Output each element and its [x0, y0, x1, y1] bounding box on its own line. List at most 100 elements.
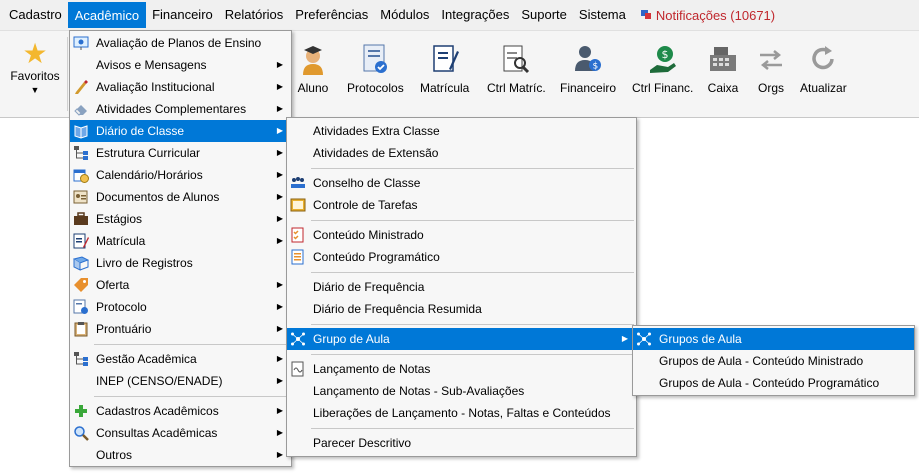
menu-financeiro[interactable]: Financeiro: [146, 2, 219, 28]
menu-item-diario-frequencia[interactable]: Diário de Frequência: [287, 276, 636, 298]
menu-item-controle-tarefas[interactable]: Controle de Tarefas: [287, 194, 636, 216]
cash-register-icon: [707, 43, 739, 75]
menu-item-grupos-aula[interactable]: Grupos de Aula: [633, 328, 914, 350]
menu-suporte[interactable]: Suporte: [515, 2, 573, 28]
group-meeting-icon: [290, 175, 306, 191]
menu-item-grupo-aula[interactable]: Grupo de Aula ▶: [287, 328, 636, 350]
menu-item-avisos[interactable]: Avisos e Mensagens ▶: [70, 54, 291, 76]
clock-calendar-icon: [73, 167, 89, 183]
menu-item-protocolo[interactable]: Protocolo ▶: [70, 296, 291, 318]
toolbar-matricula-button[interactable]: Matrícula: [420, 43, 469, 95]
toolbar-ctrl-matric-button[interactable]: Ctrl Matríc.: [487, 43, 546, 95]
menu-relatorios[interactable]: Relatórios: [219, 2, 290, 28]
eraser-icon: [73, 101, 89, 117]
toolbar-atualizar-button[interactable]: Atualizar: [800, 43, 847, 95]
document-check-icon: [73, 299, 89, 315]
submenu-arrow-icon: ▶: [276, 280, 283, 289]
toolbar-caixa-button[interactable]: Caixa: [707, 43, 739, 95]
network-icon: [290, 331, 306, 347]
clipboard-icon: [73, 321, 89, 337]
menu-item-conselho-classe[interactable]: Conselho de Classe: [287, 172, 636, 194]
favorites-button[interactable]: ★ Favoritos ▼: [6, 39, 64, 111]
menu-item-atividades-extensao[interactable]: Atividades de Extensão: [287, 142, 636, 164]
submenu-arrow-icon: ▶: [276, 450, 283, 459]
toolbar-protocolos-label: Protocolos: [347, 81, 404, 95]
plus-icon: [73, 403, 89, 419]
toolbar-aluno-button[interactable]: Aluno: [297, 43, 329, 95]
menu-item-grupos-aula-conteudo-programatico[interactable]: Grupos de Aula - Conteúdo Programático: [633, 372, 914, 394]
menu-separator: [70, 340, 291, 348]
menu-item-liberacoes-lancamento[interactable]: Liberações de Lançamento - Notas, Faltas…: [287, 402, 636, 424]
svg-text:$: $: [593, 62, 599, 72]
menu-item-lancamento-notas[interactable]: Lançamento de Notas: [287, 358, 636, 380]
menu-item-lancamento-notas-sub[interactable]: Lançamento de Notas - Sub-Avaliações: [287, 380, 636, 402]
menu-item-calendario[interactable]: Calendário/Horários ▶: [70, 164, 291, 186]
toolbar-financeiro-button[interactable]: $ Financeiro: [560, 43, 616, 95]
menu-item-cadastros-academicos[interactable]: Cadastros Acadêmicos ▶: [70, 400, 291, 422]
menu-separator: [287, 350, 636, 358]
hierarchy-icon: [73, 351, 89, 367]
menu-separator: [287, 268, 636, 276]
menu-item-conteudo-ministrado[interactable]: Conteúdo Ministrado: [287, 224, 636, 246]
submenu-arrow-icon: ▶: [276, 236, 283, 245]
menu-separator: [287, 164, 636, 172]
submenu-arrow-icon: ▶: [276, 148, 283, 157]
menu-integracoes[interactable]: Integrações: [435, 2, 515, 28]
notifications-link[interactable]: Notificações (10671): [632, 8, 775, 23]
menu-item-diario-frequencia-resumida[interactable]: Diário de Frequência Resumida: [287, 298, 636, 320]
menu-item-documentos-alunos[interactable]: Documentos de Alunos ▶: [70, 186, 291, 208]
menu-separator: [287, 424, 636, 432]
submenu-arrow-icon: ▶: [276, 324, 283, 333]
menu-item-prontuario[interactable]: Prontuário ▶: [70, 318, 291, 340]
id-card-icon: [73, 189, 89, 205]
swap-arrows-icon: [755, 43, 787, 75]
menu-separator: [70, 392, 291, 400]
toolbar-ctrl-financ-label: Ctrl Financ.: [632, 81, 694, 95]
menu-preferencias[interactable]: Preferências: [289, 2, 374, 28]
toolbar-ctrl-financ-button[interactable]: $ Ctrl Financ.: [632, 43, 693, 95]
toolbar-caixa-label: Caixa: [707, 81, 739, 95]
menu-item-grupos-aula-conteudo-ministrado[interactable]: Grupos de Aula - Conteúdo Ministrado: [633, 350, 914, 372]
document-search-icon: [500, 43, 532, 75]
menu-item-atividades-complementares[interactable]: Atividades Complementares ▶: [70, 98, 291, 120]
toolbar-aluno-label: Aluno: [297, 81, 329, 95]
menu-item-conteudo-programatico[interactable]: Conteúdo Programático: [287, 246, 636, 268]
star-icon: ★: [22, 38, 48, 69]
menu-item-gestao-academica[interactable]: Gestão Acadêmica ▶: [70, 348, 291, 370]
document-check-icon: [359, 43, 391, 75]
menu-item-consultas-academicas[interactable]: Consultas Acadêmicas ▶: [70, 422, 291, 444]
menu-modulos[interactable]: Módulos: [374, 2, 435, 28]
menu-academico[interactable]: Acadêmico: [67, 2, 147, 28]
network-icon: [636, 331, 652, 347]
menu-item-estagios[interactable]: Estágios ▶: [70, 208, 291, 230]
hand-money-icon: $: [647, 43, 679, 75]
menu-item-estrutura-curricular[interactable]: Estrutura Curricular ▶: [70, 142, 291, 164]
toolbar-protocolos-button[interactable]: Protocolos: [347, 43, 404, 95]
app-window: Cadastro Acadêmico Financeiro Relatórios…: [0, 0, 919, 473]
menu-item-avaliacao-planos[interactable]: Avaliação de Planos de Ensino: [70, 32, 291, 54]
menu-item-livro-registros[interactable]: Livro de Registros: [70, 252, 291, 274]
menu-item-inep[interactable]: INEP (CENSO/ENADE) ▶: [70, 370, 291, 392]
magnifier-icon: [73, 425, 89, 441]
menu-item-parecer-descritivo[interactable]: Parecer Descritivo: [287, 432, 636, 454]
presentation-icon: [73, 35, 89, 51]
menu-item-outros[interactable]: Outros ▶: [70, 444, 291, 466]
menu-item-avaliacao-institucional[interactable]: Avaliação Institucional ▶: [70, 76, 291, 98]
notebook-pen-icon: [73, 255, 89, 271]
menu-sistema[interactable]: Sistema: [573, 2, 632, 28]
notifications-label: Notificações (10671): [655, 7, 776, 23]
menu-item-oferta[interactable]: Oferta ▶: [70, 274, 291, 296]
menu-cadastro[interactable]: Cadastro: [3, 2, 68, 28]
person-money-icon: $: [572, 43, 604, 75]
academico-dropdown: Avaliação de Planos de Ensino Avisos e M…: [69, 30, 292, 467]
favorites-label: Favoritos: [10, 69, 60, 83]
submenu-arrow-icon: ▶: [276, 126, 283, 135]
toolbar-orgs-button[interactable]: Orgs: [755, 43, 787, 95]
menu-item-diario-classe[interactable]: Diário de Classe ▶: [70, 120, 291, 142]
menu-item-atividades-extra-classe[interactable]: Atividades Extra Classe: [287, 120, 636, 142]
diario-classe-submenu: Atividades Extra Classe Atividades de Ex…: [286, 117, 637, 457]
menu-item-matricula[interactable]: Matrícula ▶: [70, 230, 291, 252]
submenu-arrow-icon: ▶: [276, 406, 283, 415]
submenu-arrow-icon: ▶: [276, 302, 283, 311]
notepad-icon: [290, 361, 306, 377]
